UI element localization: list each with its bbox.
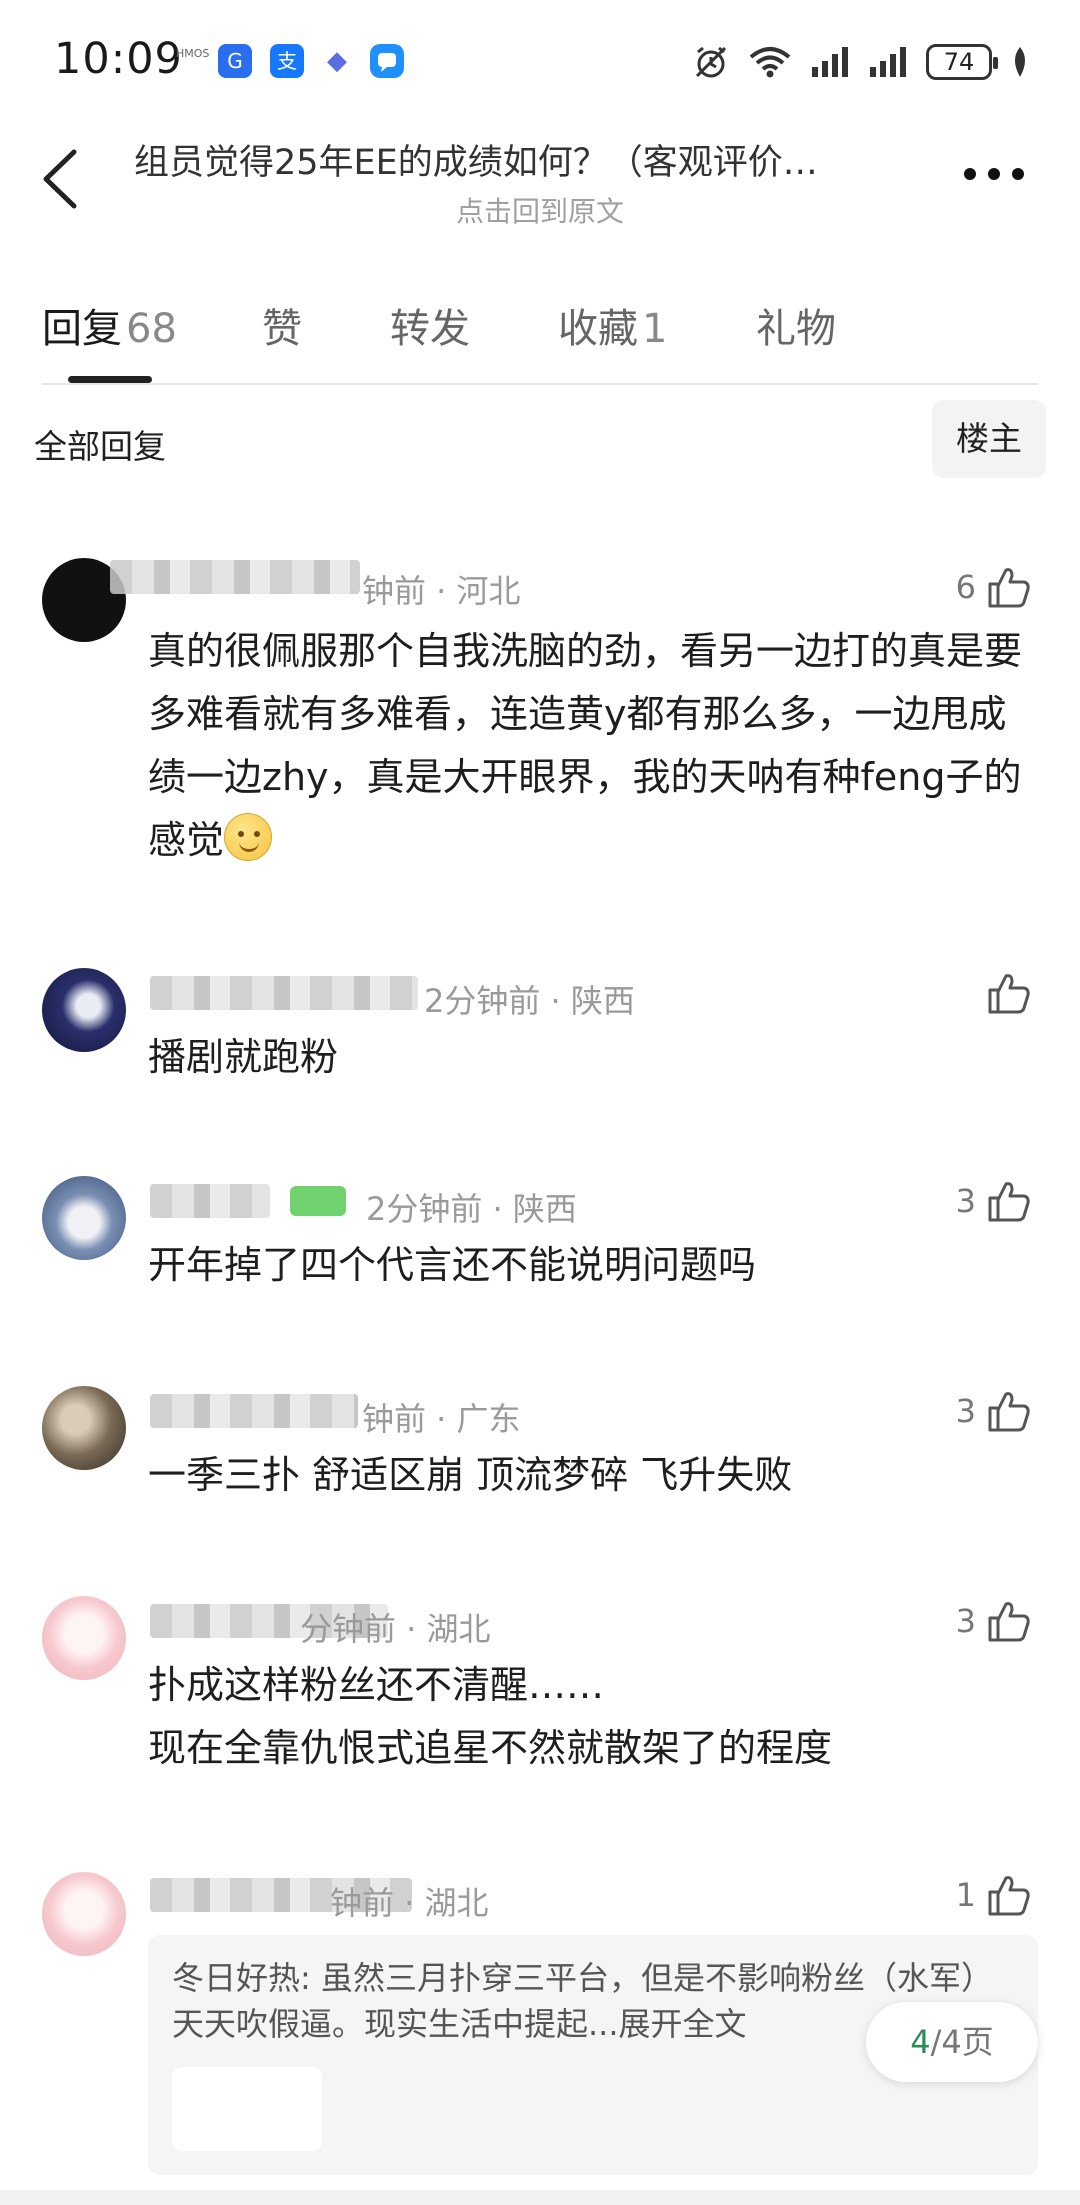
sub-reply-input[interactable]: [172, 2067, 322, 2151]
thumbs-up-icon: [988, 1876, 1030, 1916]
leaf-icon: [1015, 47, 1025, 77]
like-count: 6: [955, 568, 976, 606]
tab-forward-label: 转发: [390, 306, 470, 352]
post-title[interactable]: 组员觉得25年EE的成绩如何？（客观评价…: [134, 134, 944, 185]
app-blue-icon: G: [218, 44, 252, 78]
comment-text[interactable]: 真的很佩服那个自我洗脑的劲，看另一边打的真是要多难看就有多难看，连造黄y都有那么…: [148, 620, 1028, 872]
page-current: 4: [910, 2023, 931, 2061]
thumbs-up-icon: [988, 1182, 1030, 1222]
status-time: 10:09: [54, 34, 183, 84]
tab-bar: 回复 68 赞 转发 收藏 1 礼物: [0, 296, 1080, 376]
tab-replies-label: 回复: [42, 306, 122, 352]
avatar[interactable]: [42, 1176, 126, 1260]
comment-meta: 分钟前 · 湖北: [300, 1610, 491, 1648]
like-button[interactable]: 3: [956, 1388, 1032, 1434]
comment-meta: 钟前 · 湖北: [330, 1884, 489, 1922]
tab-likes-label: 赞: [262, 306, 302, 352]
tab-gifts-label: 礼物: [756, 306, 836, 352]
sub-reply-author[interactable]: 冬日好热:: [172, 1959, 311, 1997]
thumbs-up-icon: [988, 974, 1030, 1014]
thumbs-up-icon: [988, 1602, 1030, 1642]
op-only-button[interactable]: 楼主: [932, 400, 1046, 478]
like-button[interactable]: 6: [956, 564, 1032, 610]
like-count: 3: [955, 1182, 976, 1220]
avatar[interactable]: [42, 968, 126, 1052]
like-count: 3: [955, 1602, 976, 1640]
all-replies-label[interactable]: 全部回复: [34, 420, 166, 468]
chat-icon: [370, 44, 404, 78]
user-badge: [290, 1186, 346, 1216]
app-drop-icon: ◆: [320, 44, 354, 78]
page-total: /4页: [930, 2023, 994, 2061]
tab-replies[interactable]: 回复 68: [42, 296, 177, 354]
username-blurred[interactable]: [150, 1184, 270, 1218]
battery-indicator: 74: [926, 44, 998, 80]
like-count: 1: [955, 1876, 976, 1914]
tab-favorites-count: 1: [642, 306, 668, 352]
comment-meta: 钟前 · 广东: [362, 1400, 521, 1438]
like-button[interactable]: 1: [956, 1872, 1032, 1918]
tab-favorites[interactable]: 收藏 1: [558, 296, 667, 354]
tab-favorites-label: 收藏: [558, 306, 638, 352]
comment-text[interactable]: 开年掉了四个代言还不能说明问题吗: [148, 1234, 1028, 1297]
like-count: 3: [955, 1392, 976, 1430]
more-icon[interactable]: [964, 168, 1024, 184]
bottom-edge: [0, 2190, 1080, 2205]
expand-full-text-link[interactable]: 展开全文: [619, 2005, 747, 2043]
comment-meta: 2分钟前 · 陕西: [424, 982, 635, 1020]
avatar[interactable]: [42, 1596, 126, 1680]
hmos-badge: HMOS: [176, 47, 210, 60]
thumbs-up-icon: [988, 1392, 1030, 1432]
tab-gifts[interactable]: 礼物: [756, 296, 836, 354]
comment-text-line: 扑成这样粉丝还不清醒……: [148, 1663, 605, 1707]
tab-indicator: [68, 376, 152, 383]
screen: 10:09 HMOS G 支 ◆ 74 组员觉得25年EE的成绩如何？（客观评价…: [0, 0, 1080, 2205]
smile-emoji-icon: [224, 813, 273, 861]
thumbs-up-icon: [988, 568, 1030, 608]
comment-text[interactable]: 扑成这样粉丝还不清醒…… 现在全靠仇恨式追星不然就散架了的程度: [148, 1654, 1028, 1780]
avatar[interactable]: [42, 1386, 126, 1470]
wifi-icon: [749, 47, 791, 78]
comment-meta: 钟前 · 河北: [362, 572, 521, 610]
avatar[interactable]: [42, 1872, 126, 1956]
comment-text-line: 现在全靠仇恨式追星不然就散架了的程度: [148, 1726, 833, 1770]
back-to-post-link[interactable]: 点击回到原文: [0, 190, 1080, 230]
like-button[interactable]: 3: [956, 1178, 1032, 1224]
tab-forward[interactable]: 转发: [390, 296, 470, 354]
like-button[interactable]: [986, 970, 1032, 1016]
comment-text[interactable]: 播剧就跑粉: [148, 1026, 1028, 1089]
comment-meta: 2分钟前 · 陕西: [366, 1190, 577, 1228]
page-indicator[interactable]: 4/4页: [866, 2002, 1038, 2082]
signal-icon: [812, 47, 848, 77]
tab-likes[interactable]: 赞: [262, 296, 302, 354]
alarm-icon: [695, 46, 727, 78]
username-blurred[interactable]: [150, 1394, 358, 1428]
alipay-icon: 支: [270, 44, 304, 78]
like-button[interactable]: 3: [956, 1598, 1032, 1644]
status-right: 74: [692, 42, 1030, 82]
comment-text-body: 真的很佩服那个自我洗脑的劲，看另一边打的真是要多难看就有多难看，连造黄y都有那么…: [148, 629, 1023, 862]
signal-icon-2: [870, 47, 906, 77]
status-bar: 10:09 HMOS G 支 ◆ 74: [0, 0, 1080, 120]
username-blurred[interactable]: [110, 560, 360, 594]
tab-replies-count: 68: [126, 306, 177, 352]
comment-text[interactable]: 一季三扑 舒适区崩 顶流梦碎 飞升失败: [148, 1444, 1028, 1507]
tabs-divider: [42, 383, 1038, 385]
username-blurred[interactable]: [150, 976, 418, 1010]
